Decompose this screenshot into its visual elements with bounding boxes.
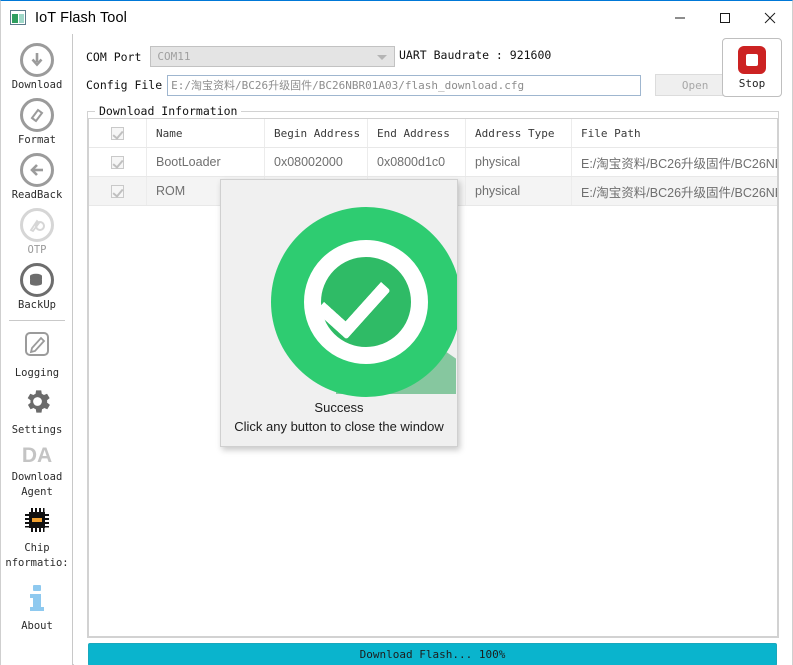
otp-circle-icon <box>20 208 54 242</box>
window-title: IoT Flash Tool <box>35 9 127 26</box>
column-header-name: Name <box>147 119 265 147</box>
success-dialog-text: Success Click any button to close the wi… <box>234 398 444 436</box>
stop-icon <box>738 45 766 74</box>
column-header-address-type: Address Type <box>466 119 572 147</box>
stop-button[interactable]: Stop <box>722 38 782 97</box>
maximize-icon[interactable] <box>702 1 747 34</box>
main-panel: COM Port COM11 UART Baudrate : 921600 Co… <box>74 34 792 665</box>
window-controls <box>657 1 792 34</box>
success-dialog[interactable]: Success Click any button to close the wi… <box>220 179 458 447</box>
sidebar-item-format[interactable]: Format <box>1 93 73 148</box>
sidebar-item-label: OTP <box>27 244 47 256</box>
sidebar-divider <box>8 320 65 321</box>
minimize-icon[interactable] <box>657 1 702 34</box>
app-icon <box>10 10 26 25</box>
cell-file-path: E:/淘宝资料/BC26升级固件/BC26NBR0... <box>581 185 777 200</box>
cell-file-path: E:/淘宝资料/BC26升级固件/BC26NBR0... <box>581 156 777 171</box>
cell-begin-address: 0x08002000 <box>265 148 368 176</box>
config-file-label: Config File <box>86 78 163 92</box>
cell-end-address: 0x0800d1c0 <box>368 148 466 176</box>
download-circle-icon <box>20 43 54 77</box>
success-dialog-message: Click any button to close the window <box>234 419 444 434</box>
sidebar-item-label-line2: Agent <box>21 486 53 498</box>
com-port-value: COM11 <box>157 50 191 63</box>
checkbox-icon[interactable] <box>111 126 124 140</box>
chip-icon <box>22 505 52 540</box>
database-circle-icon <box>20 263 54 297</box>
checkbox-icon[interactable] <box>111 184 124 198</box>
uart-baudrate-label: UART Baudrate : 921600 <box>399 48 552 62</box>
sidebar-item-logging[interactable]: Logging <box>1 323 73 381</box>
success-dialog-title: Success <box>314 400 364 415</box>
column-header-file-path: File Path <box>581 126 641 140</box>
sidebar-item-readback[interactable]: ReadBack <box>1 148 73 203</box>
config-file-row: Config File E:/淘宝资料/BC26升级固件/BC26NBR01A0… <box>86 74 736 96</box>
download-information-title: Download Information <box>95 104 242 118</box>
stop-button-label: Stop <box>738 76 766 90</box>
sidebar-item-backup[interactable]: BackUp <box>1 258 73 313</box>
table-row[interactable]: BootLoader 0x08002000 0x0800d1c0 physica… <box>89 148 777 177</box>
cell-address-type: physical <box>466 177 572 205</box>
progress-text: Download Flash... 100% <box>359 648 506 661</box>
sidebar-item-label: ReadBack <box>11 189 63 201</box>
row-checkbox-cell[interactable] <box>89 148 147 176</box>
info-icon <box>24 583 50 618</box>
com-port-label: COM Port <box>86 49 142 64</box>
sidebar-item-label: Chip <box>24 542 50 554</box>
checkbox-icon[interactable] <box>111 155 124 169</box>
column-header-begin-address: Begin Address <box>265 119 368 147</box>
sidebar-item-download-agent[interactable]: DA Download Agent <box>1 438 73 500</box>
config-file-value: E:/淘宝资料/BC26升级固件/BC26NBR01A03/flash_down… <box>171 79 525 92</box>
download-progress-bar: Download Flash... 100% <box>88 643 777 665</box>
sidebar-item-label: Download <box>11 471 63 483</box>
success-check-icon <box>224 180 457 400</box>
sidebar-item-label: Logging <box>14 367 60 379</box>
sidebar-item-settings[interactable]: Settings <box>1 381 73 438</box>
cell-address-type: physical <box>466 148 572 176</box>
sidebar-item-label: BackUp <box>18 299 56 311</box>
application-window: IoT Flash Tool Download Format ReadBack … <box>0 0 793 665</box>
pencil-note-icon <box>21 328 53 365</box>
title-bar: IoT Flash Tool <box>1 1 792 34</box>
sidebar-item-label-line2: nformatio: <box>5 557 69 569</box>
column-header-end-address: End Address <box>368 119 466 147</box>
com-port-row: COM Port COM11 <box>86 46 396 67</box>
sidebar-item-download[interactable]: Download <box>1 38 73 93</box>
header-select-all[interactable] <box>89 119 147 147</box>
gear-icon <box>22 386 53 422</box>
sidebar-item-otp[interactable]: OTP <box>1 203 73 258</box>
sidebar: Download Format ReadBack OTP BackUp Logg… <box>1 34 73 665</box>
chevron-down-icon <box>377 55 388 60</box>
da-text-icon: DA <box>21 444 53 467</box>
cell-name: BootLoader <box>147 148 265 176</box>
sidebar-item-label: Settings <box>11 424 63 436</box>
table-header-row: Name Begin Address End Address Address T… <box>89 119 777 148</box>
eraser-circle-icon <box>20 98 54 132</box>
back-arrow-circle-icon <box>20 153 54 187</box>
sidebar-item-about[interactable]: About <box>1 571 73 634</box>
close-icon[interactable] <box>747 1 792 34</box>
sidebar-item-label: Download <box>11 79 63 91</box>
row-checkbox-cell[interactable] <box>89 177 147 205</box>
sidebar-item-chip-information[interactable]: Chip nformatio: <box>1 500 73 571</box>
config-file-input[interactable]: E:/淘宝资料/BC26升级固件/BC26NBR01A03/flash_down… <box>167 74 642 96</box>
open-button-label: Open <box>681 78 709 92</box>
com-port-select[interactable]: COM11 <box>150 46 396 67</box>
sidebar-item-label: Format <box>18 134 56 146</box>
sidebar-item-label: About <box>21 620 53 632</box>
